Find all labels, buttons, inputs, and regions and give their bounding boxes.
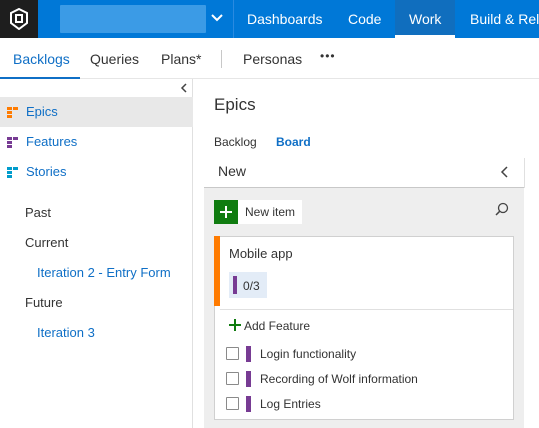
sidebar-item-epics[interactable]: Epics xyxy=(0,97,193,127)
child-item-row: Log Entries xyxy=(226,394,506,414)
nav-divider xyxy=(233,0,234,38)
tab-personas[interactable]: Personas xyxy=(243,51,302,67)
feature-color-mark xyxy=(246,371,251,387)
card-divider xyxy=(220,309,513,310)
tab-plans[interactable]: Plans* xyxy=(161,51,201,67)
add-icon-box[interactable] xyxy=(214,200,238,224)
feature-color-mark xyxy=(233,276,237,294)
iteration-group-past[interactable]: Past xyxy=(25,205,51,220)
plus-icon[interactable] xyxy=(229,319,241,331)
story-backlog-icon xyxy=(7,167,18,178)
iteration-link-current[interactable]: Iteration 2 - Entry Form xyxy=(37,265,171,280)
sidebar-item-label: Features xyxy=(26,134,78,149)
iteration-group-current[interactable]: Current xyxy=(25,235,68,250)
child-checkbox[interactable] xyxy=(226,372,239,385)
feature-color-mark xyxy=(246,396,251,412)
search-icon[interactable] xyxy=(495,202,509,216)
nav-work[interactable]: Work xyxy=(395,0,456,38)
chevron-left-icon[interactable] xyxy=(500,166,510,178)
nav-dashboards[interactable]: Dashboards xyxy=(247,0,323,38)
sidebar-item-label: Epics xyxy=(26,104,58,119)
tab-backlogs[interactable]: Backlogs xyxy=(13,51,70,67)
nav-work-label: Work xyxy=(409,11,442,27)
child-item-title[interactable]: Login functionality xyxy=(260,347,356,361)
project-selector[interactable] xyxy=(60,5,206,33)
feature-backlog-icon xyxy=(7,137,18,148)
child-checkbox[interactable] xyxy=(226,347,239,360)
top-navigation-bar: Dashboards Code Work Build & Rele xyxy=(0,0,539,38)
epic-color-bar xyxy=(214,236,220,306)
child-item-row: Login functionality xyxy=(226,344,506,364)
page-title: Epics xyxy=(214,95,256,114)
tab-queries[interactable]: Queries xyxy=(90,51,139,67)
column-divider xyxy=(524,158,525,188)
add-feature-button[interactable]: Add Feature xyxy=(244,319,310,333)
board-column-header: New xyxy=(218,163,247,179)
hub-separator xyxy=(221,50,222,68)
feature-color-mark xyxy=(246,346,251,362)
chevron-left-icon[interactable] xyxy=(179,83,189,93)
sidebar-item-label: Stories xyxy=(26,164,67,179)
child-item-title[interactable]: Recording of Wolf information xyxy=(260,372,418,386)
chevron-down-icon[interactable] xyxy=(211,13,223,23)
child-progress-text: 0/3 xyxy=(243,279,260,293)
tab-backlog[interactable]: Backlog xyxy=(214,135,257,149)
sidebar-item-features[interactable]: Features xyxy=(0,127,193,157)
more-options-button[interactable]: ••• xyxy=(320,49,336,63)
iteration-link-future[interactable]: Iteration 3 xyxy=(37,325,95,340)
card-title[interactable]: Mobile app xyxy=(229,246,293,261)
child-item-row: Recording of Wolf information xyxy=(226,369,506,389)
child-item-title[interactable]: Log Entries xyxy=(260,397,321,411)
epic-backlog-icon xyxy=(7,107,18,118)
child-checkbox[interactable] xyxy=(226,397,239,410)
plus-icon xyxy=(220,206,232,218)
home-logo[interactable] xyxy=(0,0,38,38)
tab-board[interactable]: Board xyxy=(276,135,311,149)
vsts-logo-icon xyxy=(10,8,28,30)
sidebar-item-stories[interactable]: Stories xyxy=(0,157,193,187)
nav-build-release[interactable]: Build & Rele xyxy=(470,0,539,38)
iteration-group-future[interactable]: Future xyxy=(25,295,63,310)
new-item-label[interactable]: New item xyxy=(245,205,295,219)
nav-code[interactable]: Code xyxy=(348,0,381,38)
